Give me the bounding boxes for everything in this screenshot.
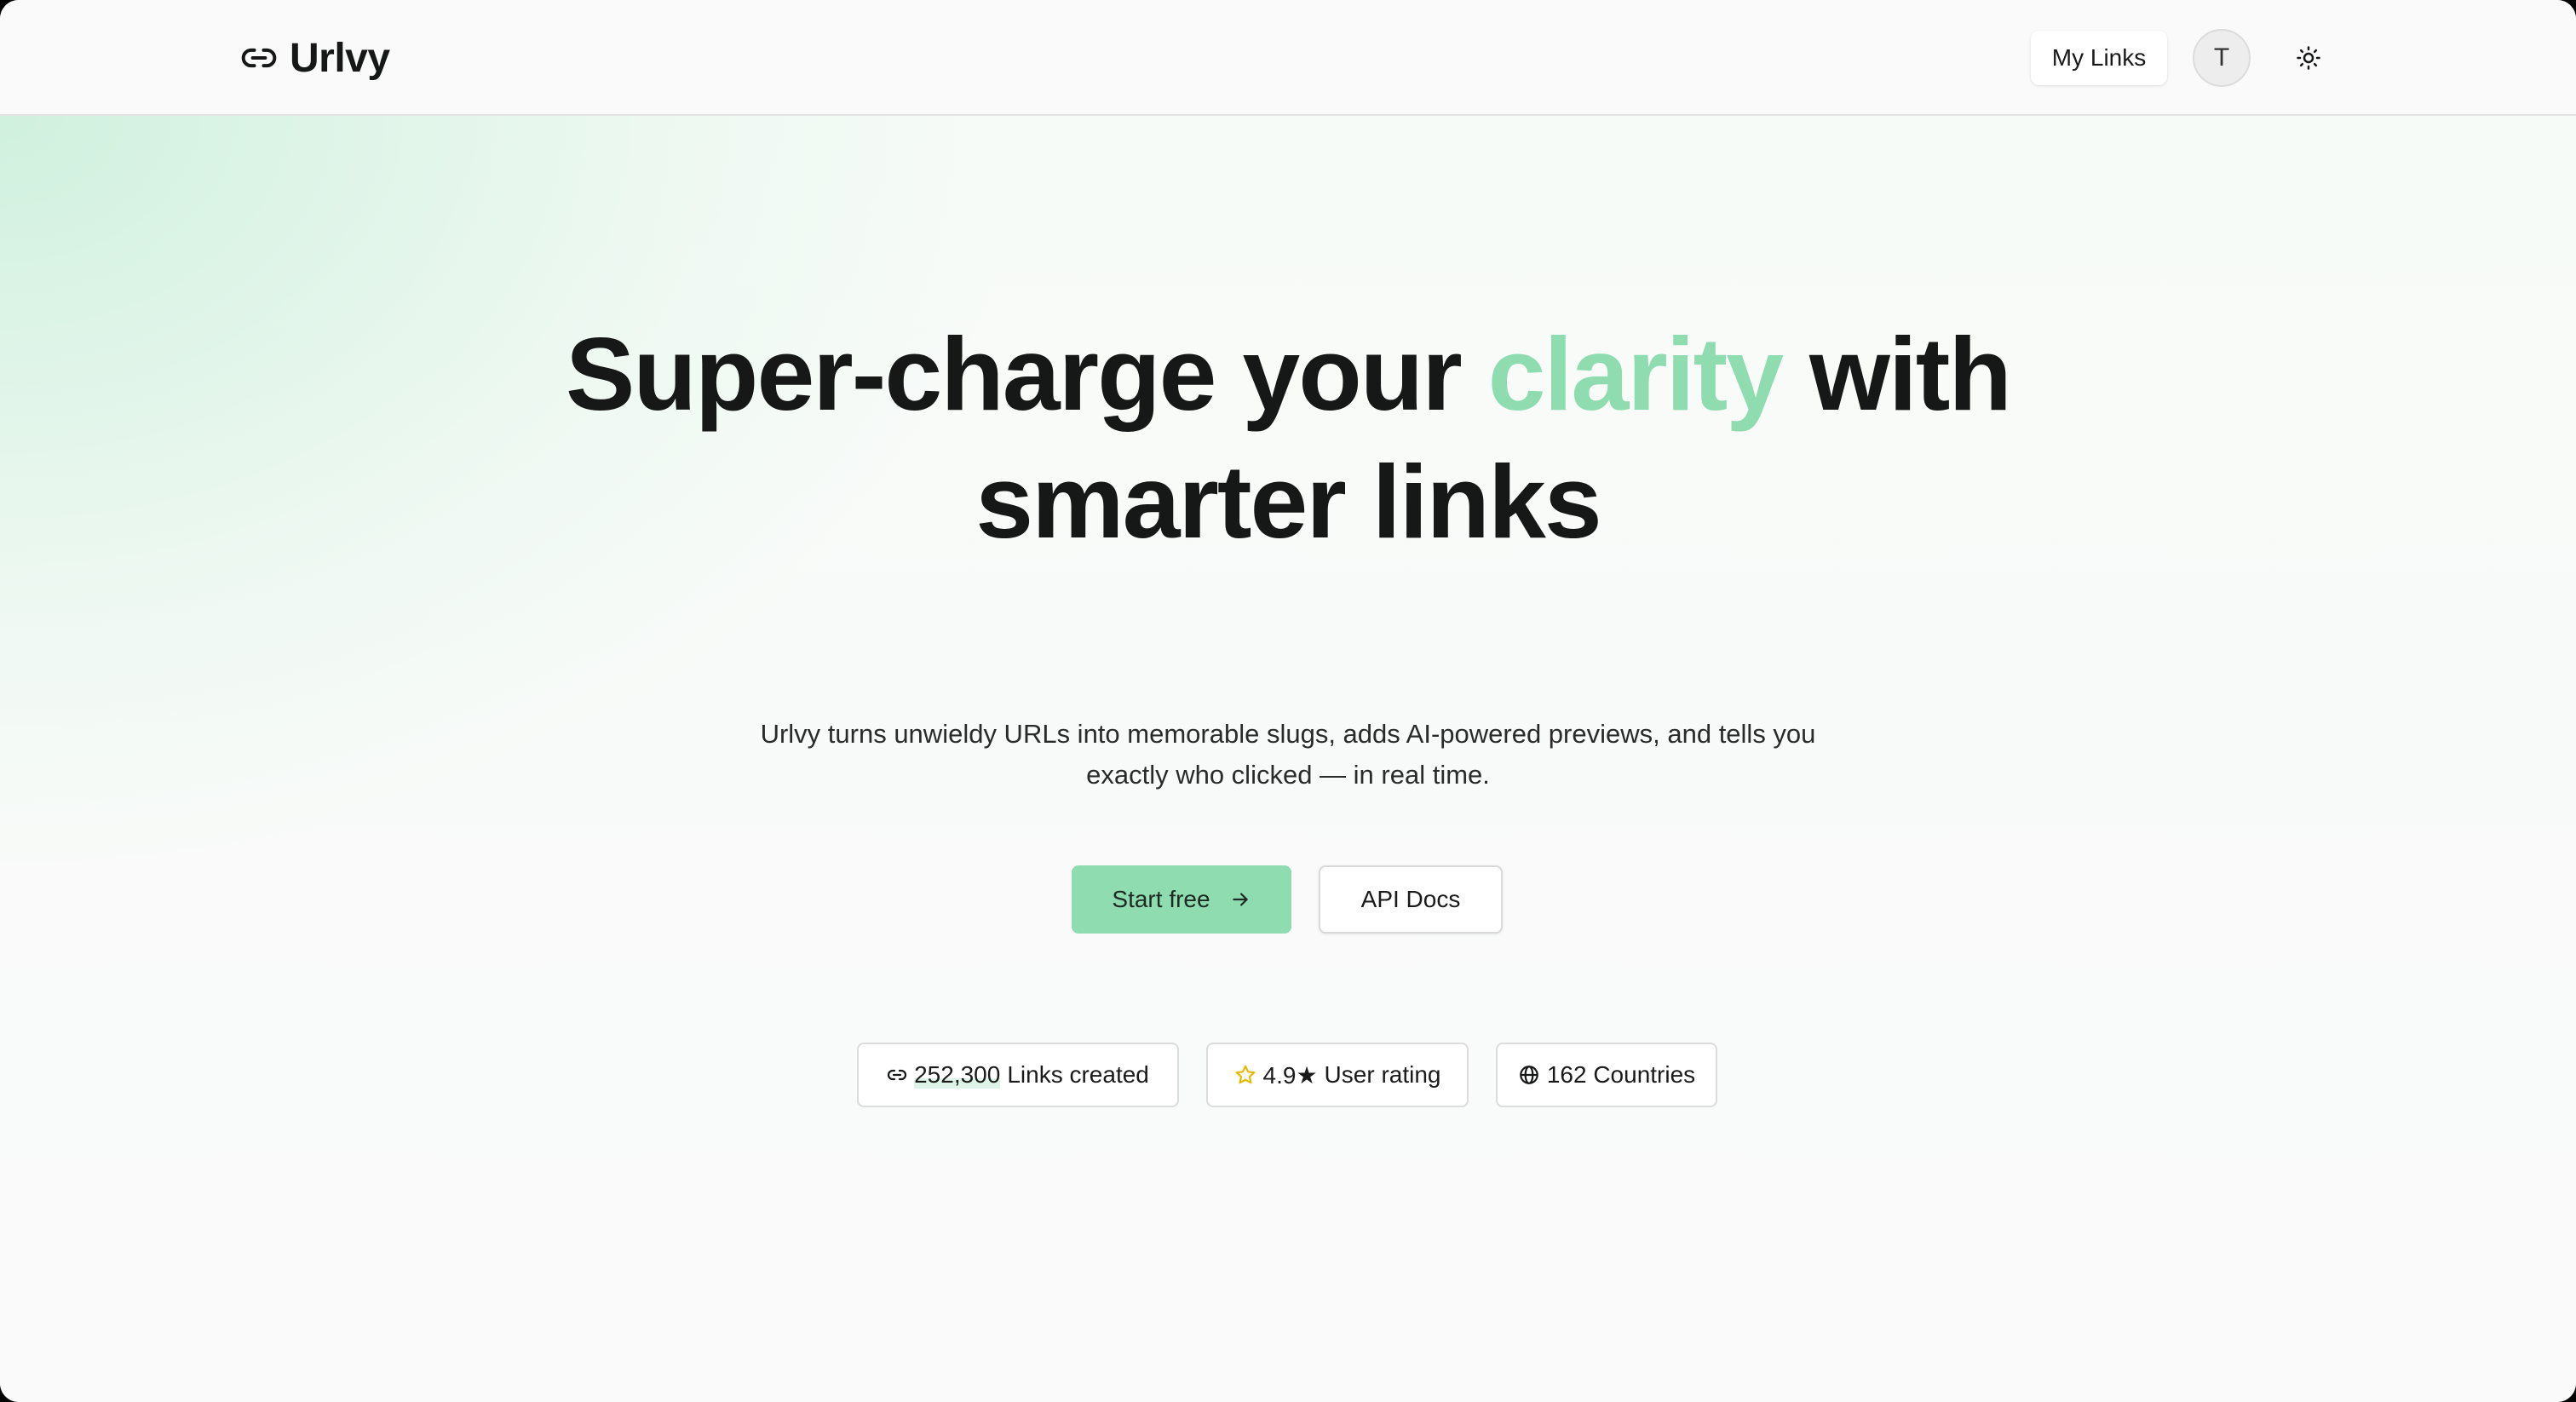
headline-accent: clarity	[1487, 316, 1784, 432]
headline-line-1: Super-charge your clarity with	[0, 310, 2576, 438]
rating-label: User rating	[1324, 1061, 1441, 1088]
hero-headline: Super-charge your clarity with smarter l…	[0, 310, 2576, 566]
theme-toggle-button[interactable]	[2288, 37, 2329, 78]
stat-links-created: 252,300 Links created	[857, 1043, 1179, 1107]
globe-icon	[1518, 1064, 1540, 1086]
app-window: Urlvy My Links T Super-charge your clari…	[0, 0, 2576, 1402]
arrow-right-icon	[1229, 888, 1251, 911]
stat-countries: 162 Countries	[1496, 1043, 1717, 1107]
brand-logo[interactable]: Urlvy	[240, 31, 390, 85]
top-nav: Urlvy My Links T	[0, 0, 2576, 116]
headline-post: with	[1809, 316, 2012, 432]
start-free-button[interactable]: Start free	[1072, 865, 1291, 934]
headline-line-2: smarter links	[975, 444, 1602, 560]
hero-subtext: Urlvy turns unwieldy URLs into memorable…	[692, 714, 1884, 796]
start-free-label: Start free	[1112, 886, 1210, 912]
rating-value: 4.9★	[1262, 1061, 1318, 1089]
api-docs-button[interactable]: API Docs	[1319, 865, 1503, 934]
headline-pre: Super-charge your	[566, 316, 1463, 432]
brand-name: Urlvy	[290, 35, 390, 81]
subtext-line-2: exactly who clicked — in real time.	[1086, 760, 1490, 790]
countries-label: 162 Countries	[1546, 1061, 1696, 1088]
link-icon	[240, 39, 278, 77]
sun-icon	[2296, 45, 2321, 71]
star-icon	[1234, 1064, 1256, 1086]
link-icon	[887, 1065, 907, 1085]
user-avatar[interactable]: T	[2193, 29, 2251, 87]
my-links-button[interactable]: My Links	[2031, 31, 2167, 85]
links-count: 252,300	[914, 1061, 1001, 1089]
links-label: Links created	[1007, 1061, 1149, 1088]
subtext-line-1: Urlvy turns unwieldy URLs into memorable…	[760, 719, 1816, 749]
stat-user-rating: 4.9★ User rating	[1206, 1043, 1469, 1107]
